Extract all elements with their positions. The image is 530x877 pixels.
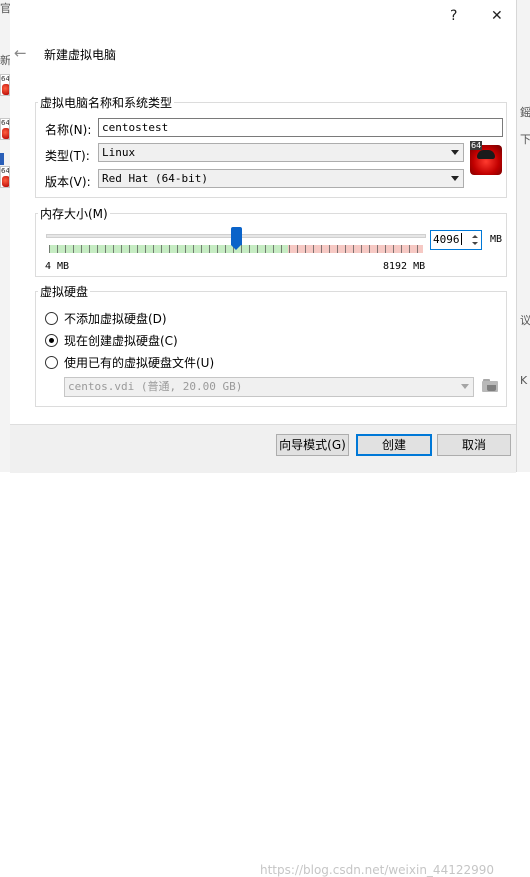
back-arrow-icon[interactable]: ← bbox=[14, 46, 27, 61]
redhat-os-icon: 64 bbox=[470, 141, 502, 175]
chevron-down-icon bbox=[451, 176, 459, 181]
new-vm-dialog: ? ✕ ← 新建虚拟电脑 虚拟电脑名称和系统类型 名称(N): centoste… bbox=[10, 0, 516, 877]
create-button[interactable]: 创建 bbox=[356, 434, 432, 456]
background-text-fragment: 下 bbox=[520, 133, 530, 146]
existing-disk-value: centos.vdi (普通, 20.00 GB) bbox=[68, 380, 243, 393]
chevron-down-icon bbox=[461, 384, 469, 389]
version-select-value: Red Hat (64-bit) bbox=[102, 172, 208, 185]
spin-down-icon[interactable] bbox=[472, 242, 478, 245]
background-text-fragment: 鎐 bbox=[520, 106, 530, 119]
memory-value: 4096 bbox=[433, 233, 460, 246]
radio-label: 现在创建虚拟硬盘(C) bbox=[64, 333, 178, 348]
memory-unit-label: MB bbox=[490, 234, 503, 245]
cancel-button[interactable]: 取消 bbox=[437, 434, 511, 456]
existing-disk-option[interactable]: 使用已有的虚拟硬盘文件(U) bbox=[45, 354, 214, 370]
radio-button[interactable] bbox=[45, 333, 58, 347]
version-label: 版本(V): bbox=[45, 175, 91, 189]
name-input[interactable]: centostest bbox=[98, 118, 503, 137]
radio-button[interactable] bbox=[45, 311, 58, 325]
folder-browse-icon bbox=[482, 378, 498, 392]
type-select[interactable]: Linux bbox=[98, 143, 464, 162]
version-select[interactable]: Red Hat (64-bit) bbox=[98, 169, 464, 188]
selection-marker bbox=[0, 153, 4, 165]
radio-label: 不添加虚拟硬盘(D) bbox=[64, 311, 167, 326]
dialog-footer: https://blog.csdn.net/weixin_44122990 向导… bbox=[10, 424, 516, 877]
radio-button[interactable] bbox=[45, 355, 58, 369]
vm-thumbnail-icon: 64 bbox=[0, 166, 10, 188]
name-label: 名称(N): bbox=[45, 123, 92, 137]
vm-thumbnail-icon: 64 bbox=[0, 74, 10, 96]
help-icon[interactable]: ? bbox=[450, 9, 457, 23]
no-disk-option[interactable]: 不添加虚拟硬盘(D) bbox=[45, 310, 167, 326]
spin-up-icon[interactable] bbox=[472, 235, 478, 238]
chevron-down-icon bbox=[451, 150, 459, 155]
guided-mode-button[interactable]: 向导模式(G) bbox=[276, 434, 349, 456]
memory-spinbox[interactable]: 4096 bbox=[430, 230, 482, 250]
dialog-title: 新建虚拟电脑 bbox=[44, 48, 117, 62]
group-title: 内存大小(M) bbox=[40, 207, 108, 221]
create-disk-option[interactable]: 现在创建虚拟硬盘(C) bbox=[45, 332, 178, 348]
radio-label: 使用已有的虚拟硬盘文件(U) bbox=[64, 355, 215, 370]
type-select-value: Linux bbox=[102, 146, 136, 159]
os-64bit-badge: 64 bbox=[470, 141, 483, 150]
vm-thumbnail-icon: 64 bbox=[0, 118, 10, 140]
memory-min-label: 4 MB bbox=[45, 261, 70, 272]
memory-slider-handle[interactable] bbox=[230, 227, 242, 250]
background-window-right: 鎐 下 议 K bbox=[516, 0, 530, 472]
group-title: 虚拟硬盘 bbox=[40, 285, 89, 299]
memory-max-label: 8192 MB bbox=[383, 261, 426, 272]
watermark-text: https://blog.csdn.net/weixin_44122990 bbox=[260, 863, 495, 877]
existing-disk-select: centos.vdi (普通, 20.00 GB) bbox=[64, 377, 474, 397]
type-label: 类型(T): bbox=[45, 149, 90, 163]
close-icon[interactable]: ✕ bbox=[491, 9, 503, 23]
background-text-fragment: 议 bbox=[520, 314, 530, 327]
group-title: 虚拟电脑名称和系统类型 bbox=[40, 96, 173, 110]
background-text-fragment: K bbox=[520, 374, 528, 387]
